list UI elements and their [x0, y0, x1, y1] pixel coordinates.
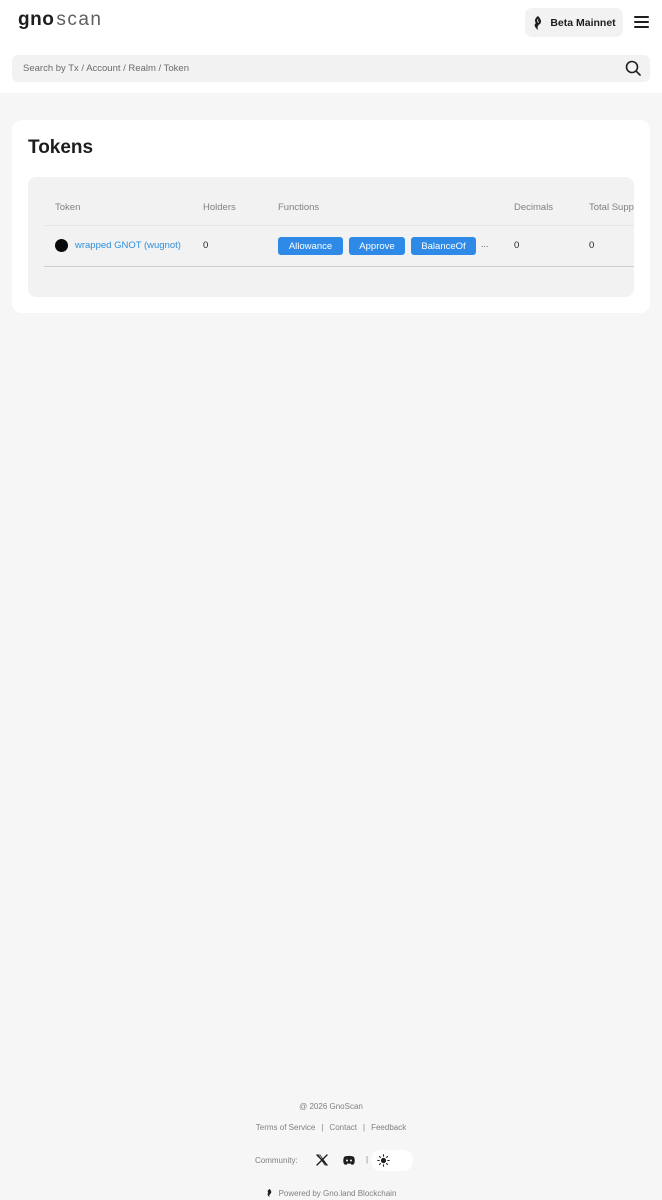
powered-by-text[interactable]: Powered by Gno.land Blockchain [279, 1189, 397, 1198]
column-header-holders: Holders [203, 202, 236, 213]
logo-gno: gno [18, 9, 55, 30]
network-selector-button[interactable]: Beta Mainnet [525, 8, 623, 37]
search-input[interactable] [12, 55, 650, 82]
discord-icon[interactable] [342, 1153, 356, 1167]
more-functions-indicator[interactable]: ... [481, 239, 489, 249]
contact-link[interactable]: Contact [329, 1123, 357, 1132]
column-header-total-supply: Total Supp [589, 202, 634, 213]
token-logo [55, 239, 68, 252]
header-divider [44, 225, 634, 226]
social-separator: | [366, 1155, 369, 1164]
tokens-card: Tokens Token Holders Functions Decimals … [12, 120, 650, 313]
x-icon[interactable] [315, 1153, 329, 1167]
footer-separator: | [363, 1123, 366, 1132]
token-link[interactable]: wrapped GNOT (wugnot) [75, 240, 181, 251]
row-divider [44, 266, 634, 267]
column-header-decimals: Decimals [514, 202, 554, 213]
sun-icon [377, 1154, 390, 1167]
total-supply-value: 0 [589, 240, 595, 251]
allowance-button[interactable]: Allowance [278, 237, 343, 255]
gno-logo-icon [535, 15, 542, 30]
footer-separator: | [321, 1123, 324, 1132]
search-bar [12, 55, 650, 82]
column-header-functions: Functions [278, 202, 320, 213]
community-label: Community: [255, 1156, 298, 1165]
tokens-table: Token Holders Functions Decimals Total S… [28, 177, 634, 297]
feedback-link[interactable]: Feedback [371, 1123, 406, 1132]
gnoscan-logo[interactable]: gno scan [18, 9, 102, 35]
approve-button[interactable]: Approve [349, 237, 405, 255]
logo-scan: scan [56, 9, 103, 30]
page-title: Tokens [28, 137, 94, 158]
header: gno scan Beta Mainnet [0, 0, 662, 93]
holders-value: 0 [203, 240, 209, 251]
gno-logo-icon [267, 1188, 271, 1198]
footer-copyright: @ 2026 GnoScan [299, 1102, 363, 1111]
token-cell: wrapped GNOT (wugnot) [55, 239, 181, 252]
footer-links: Terms of Service | Contact | Feedback [0, 1123, 662, 1132]
hamburger-icon[interactable] [634, 15, 650, 29]
search-icon[interactable] [625, 60, 641, 76]
balanceof-button[interactable]: BalanceOf [411, 237, 476, 255]
column-header-token: Token [55, 202, 81, 213]
theme-toggle[interactable] [371, 1150, 413, 1171]
powered-by: Powered by Gno.land Blockchain [0, 1188, 662, 1198]
decimals-value: 0 [514, 240, 520, 251]
network-label: Beta Mainnet [550, 16, 616, 29]
terms-of-service-link[interactable]: Terms of Service [256, 1123, 316, 1132]
